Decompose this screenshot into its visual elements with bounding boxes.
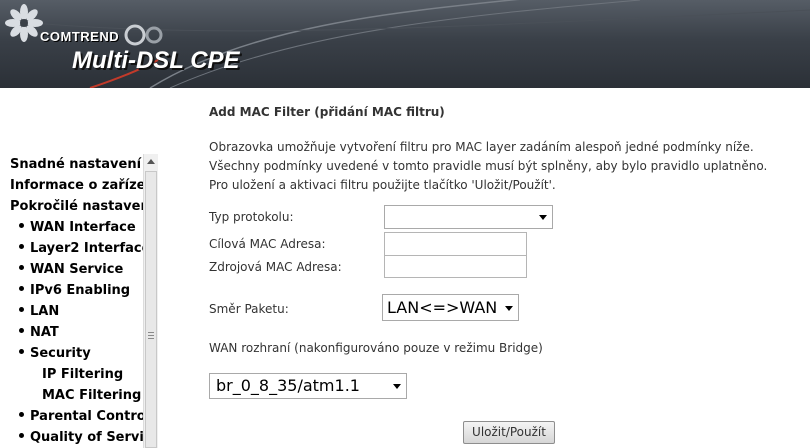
sidebar-item-nat[interactable]: NAT (19, 325, 59, 340)
scrollbar-thumb[interactable] (145, 171, 157, 448)
sidebar-item-layer2-interface[interactable]: Layer2 Interface (19, 241, 143, 256)
sidebar-item-label: Layer2 Interface (30, 241, 143, 256)
sidebar-item-label: Pokročilé nastavení (10, 199, 143, 214)
wan-interface-select[interactable]: br_0_8_35/atm1.1 (209, 373, 407, 399)
sidebar-item-easy-setup[interactable]: Snadné nastavení (10, 157, 141, 172)
sidebar-item-ip-filtering[interactable]: IP Filtering (42, 367, 123, 382)
protocol-type-select[interactable] (384, 205, 553, 229)
sidebar-item-label: WAN Service (30, 262, 124, 277)
main-content: Add MAC Filter (přidání MAC filtru) Obra… (158, 88, 810, 448)
bullet-icon (19, 265, 24, 270)
sidebar-item-label: NAT (30, 325, 59, 340)
brand-name: COMTREND (40, 29, 120, 44)
dest-mac-input[interactable] (384, 232, 527, 256)
page-title: Add MAC Filter (přidání MAC filtru) (209, 105, 445, 119)
sidebar-item-label: Quality of Service (30, 430, 143, 445)
dest-mac-label: Cílová MAC Adresa: (209, 237, 326, 251)
chevron-down-icon (393, 384, 401, 389)
sidebar-item-label: Snadné nastavení (10, 157, 142, 172)
protocol-type-label: Typ protokolu: (209, 210, 294, 224)
bullet-icon (19, 223, 24, 228)
sidebar-item-label: Security (30, 346, 91, 361)
chevron-down-icon (505, 305, 513, 311)
sidebar-item-label: Parental Control (30, 409, 143, 424)
sidebar-item-wan-interface[interactable]: WAN Interface (19, 220, 136, 235)
sidebar-item-label: MAC Filtering (42, 388, 142, 403)
product-name: Multi-DSL CPE (72, 47, 240, 74)
sidebar-item-label: WAN Interface (30, 220, 136, 235)
src-mac-input[interactable] (384, 255, 527, 278)
sidebar-item-parental-control[interactable]: Parental Control (19, 409, 143, 424)
sidebar-item-quality-of-service[interactable]: Quality of Service (19, 430, 143, 445)
sidebar-scrollbar[interactable] (143, 154, 158, 448)
packet-direction-label: Směr Paketu: (209, 302, 289, 316)
header-circles-icon (124, 24, 163, 46)
bullet-icon (19, 349, 24, 354)
sidebar-item-mac-filtering[interactable]: MAC Filtering (42, 388, 141, 403)
bullet-icon (19, 307, 24, 312)
sidebar-item-security[interactable]: Security (19, 346, 91, 361)
bullet-icon (19, 244, 24, 249)
save-apply-button[interactable]: Uložit/Použít (463, 421, 555, 444)
sidebar-item-label: LAN (30, 304, 60, 319)
packet-direction-select[interactable]: LAN<=>WAN (382, 294, 519, 321)
sidebar-item-label: IP Filtering (42, 367, 124, 382)
header-banner: COMTREND Multi-DSL CPE (0, 0, 810, 88)
scroll-up-arrow-icon[interactable] (144, 154, 158, 170)
bullet-icon (19, 433, 24, 438)
sidebar-item-wan-service[interactable]: WAN Service (19, 262, 123, 277)
packet-direction-value: LAN<=>WAN (387, 298, 498, 317)
flower-logo-icon (5, 4, 43, 42)
sidebar-item-lan[interactable]: LAN (19, 304, 59, 319)
sidebar-item-label: Informace o zařízení (10, 178, 143, 193)
wan-interface-value: br_0_8_35/atm1.1 (216, 376, 360, 395)
sidebar-item-ipv6-enabling[interactable]: IPv6 Enabling (19, 283, 130, 298)
bullet-icon (19, 412, 24, 417)
page-description: Obrazovka umožňuje vytvoření filtru pro … (209, 140, 768, 192)
bullet-icon (19, 286, 24, 291)
sidebar-menu: Snadné nastavení Informace o zařízení Po… (0, 154, 143, 448)
bullet-icon (19, 328, 24, 333)
src-mac-label: Zdrojová MAC Adresa: (209, 260, 342, 274)
sidebar-item-device-info[interactable]: Informace o zařízení (10, 178, 143, 193)
wan-interface-label: WAN rozhraní (nakonfigurováno pouze v re… (209, 341, 543, 355)
grip-icon (148, 332, 154, 341)
sidebar-item-advanced-setup[interactable]: Pokročilé nastavení (10, 199, 143, 214)
chevron-down-icon (539, 215, 547, 220)
sidebar-item-label: IPv6 Enabling (30, 283, 131, 298)
